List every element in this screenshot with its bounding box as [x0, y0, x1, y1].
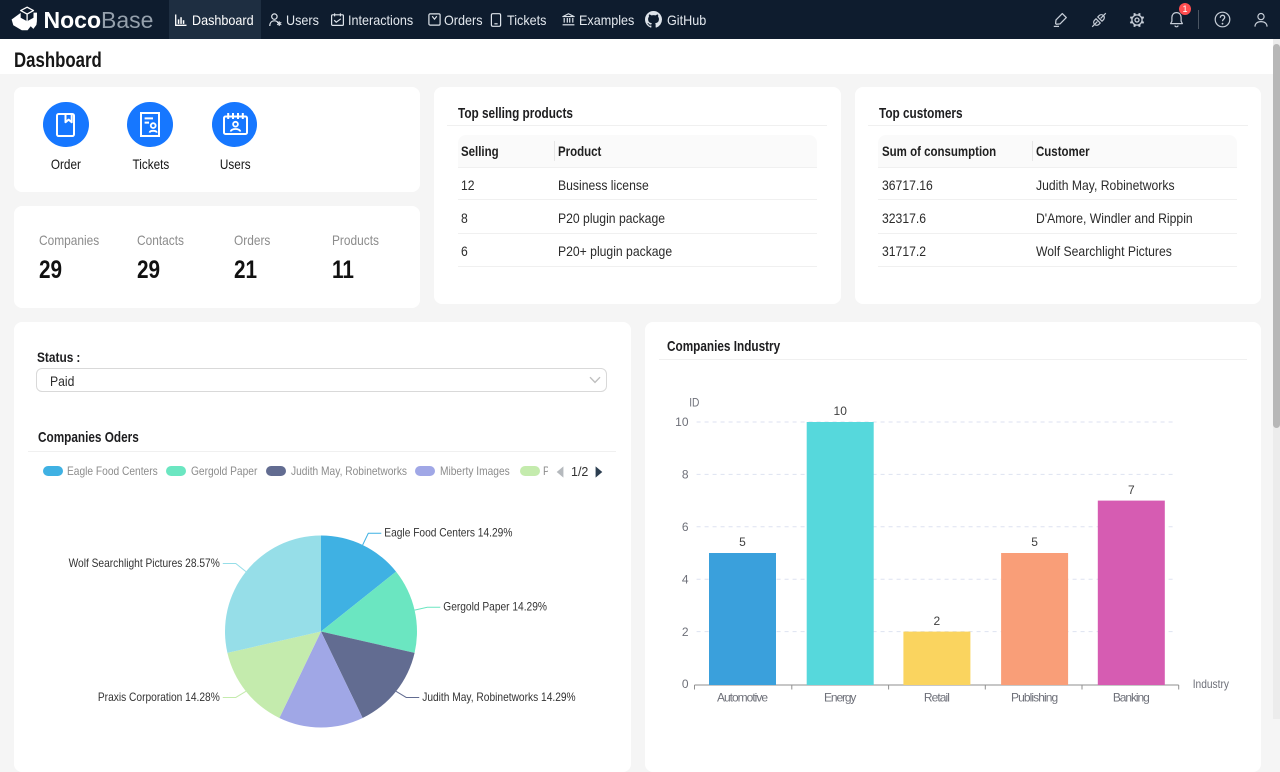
- svg-text:10: 10: [675, 415, 689, 429]
- svg-text:Praxis Corporation 14.28%: Praxis Corporation 14.28%: [98, 690, 220, 704]
- svg-text:Retail: Retail: [923, 690, 949, 704]
- svg-text:2: 2: [933, 614, 940, 628]
- svg-text:Banking: Banking: [1112, 690, 1149, 704]
- svg-text:Gergold Paper 14.29%: Gergold Paper 14.29%: [443, 600, 547, 614]
- svg-text:ID: ID: [689, 395, 699, 409]
- svg-text:Industry: Industry: [1192, 677, 1228, 691]
- svg-text:Publishing: Publishing: [1011, 690, 1058, 704]
- svg-text:0: 0: [681, 677, 688, 691]
- svg-text:Judith May, Robinetworks 14.29: Judith May, Robinetworks 14.29%: [422, 690, 576, 704]
- svg-text:2: 2: [681, 625, 688, 639]
- svg-text:10: 10: [833, 404, 847, 418]
- svg-text:Eagle Food Centers 14.29%: Eagle Food Centers 14.29%: [384, 526, 512, 540]
- svg-text:Wolf Searchlight Pictures 28.5: Wolf Searchlight Pictures 28.57%: [69, 556, 220, 570]
- svg-text:7: 7: [1127, 483, 1134, 497]
- svg-text:Automotive: Automotive: [717, 690, 768, 704]
- svg-text:8: 8: [681, 468, 688, 482]
- svg-text:5: 5: [1031, 535, 1038, 549]
- svg-text:6: 6: [681, 520, 688, 534]
- svg-text:5: 5: [739, 535, 746, 549]
- svg-text:Energy: Energy: [824, 690, 856, 704]
- svg-text:4: 4: [681, 572, 688, 586]
